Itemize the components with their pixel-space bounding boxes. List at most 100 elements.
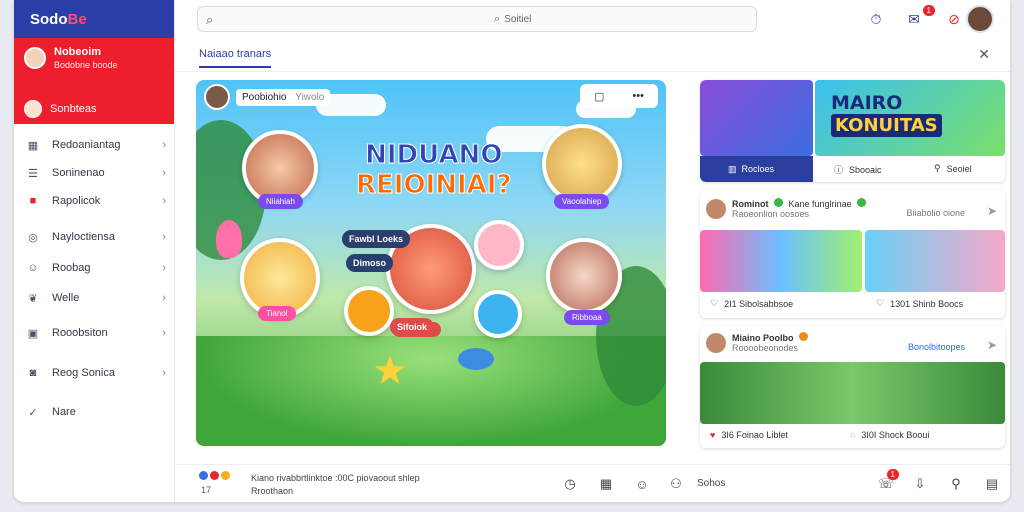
reaction-summary: Kiano rivabbrtlinktoe :00C piovaoout shl… [251,473,420,496]
sidebar-item-5[interactable]: ❦ Welle › [26,288,166,308]
app-window: SodoBe Nobeoim Bodobne boode Sonbteas ▦ … [14,0,1010,502]
featured-banner[interactable]: MAIRO KONUITAS [815,80,1005,156]
reaction-icons[interactable] [199,471,230,480]
fish-icon [458,348,494,370]
like-icon[interactable]: ♡ [876,298,884,309]
sidebar-item-8[interactable]: ✓ Nare [26,402,166,422]
sidebar-item-0[interactable]: ▦ Redoaniantag › [26,135,166,155]
sidebar-item-label: Soninenao [52,167,105,179]
post-author-mid: Kane funglrinae [788,199,852,209]
sidebar-item-label: Nare [52,406,76,418]
member-bubble[interactable] [542,124,622,204]
member-bubble[interactable] [546,238,622,314]
sidebar-item-6[interactable]: ▣ Rooobsiton › [26,323,166,343]
share-button[interactable]: Sohos [697,478,725,489]
user-icon[interactable]: ⚲ [947,475,965,493]
sidebar-item-label: Nayloctiensa [52,231,115,243]
sidebar: SodoBe Nobeoim Bodobne boode Sonbteas ▦ … [14,0,175,502]
chevron-right-icon: › [162,195,166,207]
info-icon: ⓘ [834,165,844,175]
sidebar-item-2[interactable]: ■ Rapolicok › [26,191,166,211]
search-placeholder: Soitiel [504,14,532,25]
download-icon[interactable]: ⇩ [911,475,929,493]
tab-active[interactable]: Naiaao tranars [199,48,272,68]
post-thumb[interactable] [700,362,1005,424]
user-avatar[interactable] [966,5,994,33]
action-primary[interactable]: ▥ Rocloes [700,156,813,182]
post-header[interactable]: Rominot Kane funglrinae Raoeonlion oosoe… [706,198,867,219]
grid-icon: ▥ [728,163,737,174]
post-author-sub: Roooobeonodes [732,343,799,353]
people-icon[interactable]: ⚇ [667,475,685,493]
clock-icon[interactable]: ◷ [561,475,579,493]
member-bubble[interactable] [344,286,394,336]
post-right-meta: Bonolbitoopes [907,342,965,352]
sidebar-item-label: Roobag [52,262,91,274]
chevron-right-icon: › [162,367,166,379]
sidebar-item-label: Rooobsiton [52,327,108,339]
like-icon[interactable]: ♥ [710,430,715,440]
notification-icon[interactable]: ☏ 1 [877,469,899,493]
more-icon[interactable]: ••• [632,90,644,102]
close-icon[interactable]: ✕ [978,46,990,63]
profile-panel: Nobeoim Bodobne boode Sonbteas [14,38,174,124]
like-icon[interactable]: ♡ [710,298,718,309]
avatar [706,332,726,353]
wow-reaction-icon [221,471,230,480]
action-secondary[interactable]: ⓘ Sbooaic [834,163,882,176]
comment-icon[interactable]: ◌ [850,430,855,440]
post-author[interactable]: Poobiohio Yiwolo [204,84,331,110]
box-icon: ▣ [27,327,39,340]
sidebar-item-label: Rapolicok [52,195,101,207]
section-icon [24,100,42,118]
action-tertiary[interactable]: ⚲ Seoiel [934,163,972,174]
hero-title-line2: REIOINIAI? [356,170,513,200]
tab-strip: Naiaao tranars ✕ [175,38,1010,72]
profile-row[interactable]: Nobeoim Bodobne boode [24,46,118,70]
flag-icon: ■ [29,195,37,207]
brand-logo[interactable]: SodoBe [14,0,174,38]
search-icon: ⌕ [494,13,501,25]
featured-card[interactable]: MAIRO KONUITAS ▥ Rocloes ⓘ Sbooaic ⚲ Seoiel [700,80,1005,182]
speech-bubble: Sifoiok [390,318,435,336]
messages-icon[interactable]: ✉ 1 [905,5,935,28]
member-bubble[interactable] [474,220,524,270]
share-icon[interactable]: ➤ [987,338,997,352]
post-card[interactable]: Miaino Poolbo Roooobeonodes Bonolbitoope… [700,326,1005,448]
search-input[interactable]: ⌕ ⌕ Soitiel [197,6,757,32]
member-tag: Niiahiah [258,194,303,209]
post-card[interactable]: Rominot Kane funglrinae Raoeonlion oosoe… [700,190,1005,318]
alert-icon[interactable]: ⊘ [945,10,963,28]
sidebar-item-7[interactable]: ◙ Reog Sonica › [26,363,166,383]
post-right-meta: Biiabolio oione [906,208,965,218]
smile-icon[interactable]: ☺ [633,475,651,493]
sidebar-section-link[interactable]: Sonbteas [24,100,96,118]
notification-badge: 1 [886,469,899,480]
bell-icon[interactable]: ⏱ [867,10,885,28]
leaf-icon: ❦ [28,292,38,305]
bottom-bar: 17 Kiano rivabbrtlinktoe :00C piovaoout … [175,464,1010,502]
featured-thumb[interactable] [700,80,813,156]
balloon-icon [216,220,242,258]
sidebar-item-label: Reog Sonica [52,367,115,379]
hero-post[interactable]: Poobiohio Yiwolo ▢ ••• NIDUANO REIOINIAI… [196,80,666,446]
reaction-count: 17 [201,485,212,495]
sidebar-item-4[interactable]: ☺ Roobag › [26,258,166,278]
post-thumb[interactable] [865,230,1005,292]
sidebar-item-1[interactable]: ☰ Soninenao › [26,163,166,183]
calendar-icon[interactable]: ▦ [597,475,615,493]
post-thumb[interactable] [700,230,862,292]
section-label: Sonbteas [50,103,97,115]
chevron-right-icon: › [162,139,166,151]
post-caption-right: ◌ 3I0I Shock Booui [850,430,930,440]
chat-icon: ◙ [29,367,37,379]
bookmark-icon[interactable]: ▢ [594,90,604,103]
sidebar-item-3[interactable]: ◎ Nayloctiensa › [26,227,166,247]
chevron-right-icon: › [162,231,166,243]
post-header[interactable]: Miaino Poolbo Roooobeonodes [706,332,809,353]
post-author-sub: Raoeonlion oosoes [732,209,810,219]
cart-icon[interactable]: ▤ [983,475,1001,493]
people-icon: ☺ [27,262,39,274]
share-icon[interactable]: ➤ [987,204,997,218]
member-bubble[interactable] [474,290,522,338]
